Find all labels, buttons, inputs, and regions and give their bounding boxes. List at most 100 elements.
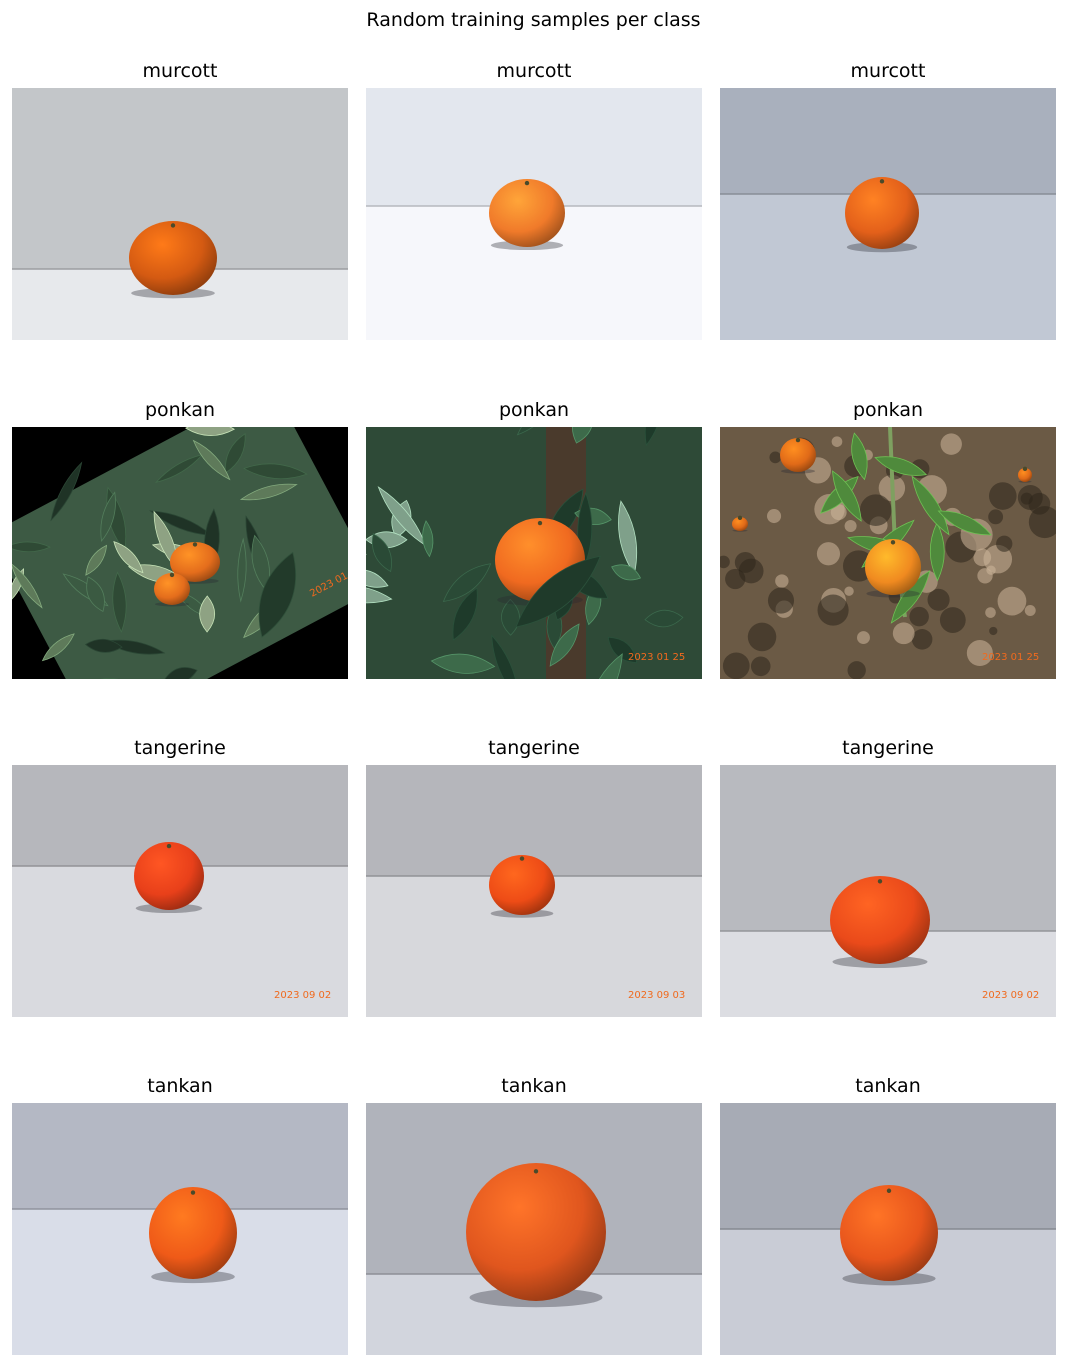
ground-patch (816, 542, 841, 566)
fruit-stem (737, 515, 743, 521)
fruit-stem (190, 1190, 196, 1195)
sample-cell-murcott: murcott (12, 59, 348, 340)
ground-patch (767, 587, 795, 614)
sample-image: 2023 09 02 (720, 765, 1056, 1017)
sample-image (366, 88, 702, 340)
ground-patch (847, 661, 866, 679)
sample-title: murcott (496, 60, 572, 82)
ground-patch (844, 520, 857, 533)
fruit-stem (877, 879, 883, 884)
ground-patch (892, 622, 915, 645)
orange-fruit (149, 1187, 237, 1279)
fruit-stem (169, 572, 175, 578)
sample-image (12, 88, 348, 340)
sample-image: 2023 01 25 (366, 427, 702, 679)
fruit-stem (524, 180, 530, 186)
orange-fruit (780, 438, 816, 472)
sample-title: murcott (142, 60, 218, 82)
ground-patch (775, 574, 789, 588)
sample-title: ponkan (852, 399, 924, 421)
orange-fruit (134, 842, 204, 910)
ground-patch (859, 494, 892, 526)
ground-patch (986, 565, 996, 575)
orange-fruit (466, 1163, 606, 1301)
orange-fruit (489, 179, 565, 247)
ground-patch (973, 548, 992, 567)
sample-cell-tankan: tankan (720, 1074, 1056, 1355)
ground-patch (985, 607, 996, 618)
sample-image: 2023 01 (12, 427, 348, 679)
ground-patch (750, 656, 771, 677)
date-stamp: 2023 01 25 (628, 652, 685, 663)
sample-cell-murcott: murcott (720, 59, 1056, 340)
ground-patch (766, 508, 782, 524)
fruit-stem (166, 843, 172, 849)
orange-fruit (840, 1185, 938, 1281)
ground-patch (1020, 492, 1033, 505)
ground-patch (909, 606, 929, 627)
date-stamp: 2023 09 02 (982, 990, 1039, 1001)
orange-fruit (830, 876, 930, 964)
ground-patch (996, 535, 1013, 552)
date-stamp: 2023 09 03 (628, 990, 685, 1001)
fruit-stem (879, 179, 885, 184)
orange-fruit (154, 573, 190, 605)
sample-cell-ponkan: ponkan 2023 01 25 (720, 398, 1056, 679)
ground-patch (844, 586, 854, 596)
ground-patch (1024, 604, 1036, 616)
sample-image: 2023 01 25 (720, 427, 1056, 679)
ground-patch (722, 652, 750, 679)
sample-image (720, 88, 1056, 340)
sample-title: tankan (855, 1075, 921, 1097)
sample-title: ponkan (144, 399, 216, 421)
sample-title: ponkan (498, 399, 570, 421)
ground-patch (927, 588, 950, 611)
sample-image (366, 1103, 702, 1355)
sample-cell-ponkan: ponkan 2023 01 (12, 398, 348, 679)
sample-cell-tankan: tankan (366, 1074, 702, 1355)
ground-patch (817, 594, 849, 626)
ground-patch (997, 586, 1027, 616)
sample-title: murcott (850, 60, 926, 82)
ground-patch (857, 631, 870, 645)
orange-fruit (129, 221, 217, 295)
sample-cell-tangerine: tangerine 2023 09 03 (366, 736, 702, 1017)
date-stamp: 2023 09 02 (274, 990, 331, 1001)
sample-cell-ponkan: ponkan 2023 01 25 (366, 398, 702, 679)
sample-image (12, 1103, 348, 1355)
fruit-stem (1022, 466, 1028, 472)
fruit-stem (537, 520, 543, 526)
sample-image: 2023 09 02 (12, 765, 348, 1017)
ground-patch (725, 568, 746, 590)
orange-fruit (845, 177, 919, 249)
sample-image: 2023 09 03 (366, 765, 702, 1017)
figure-title: Random training samples per class (366, 9, 701, 31)
fruit-stem (890, 540, 896, 545)
sample-cell-tangerine: tangerine 2023 09 02 (720, 736, 1056, 1017)
fruit-stem (170, 223, 176, 228)
orange-fruit (865, 539, 921, 595)
sample-title: tangerine (134, 737, 226, 759)
fruit-stem (192, 542, 198, 547)
ground-patch (747, 622, 777, 652)
ground-patch (769, 451, 782, 464)
sample-title: tangerine (842, 737, 934, 759)
ground-patch (988, 482, 1017, 510)
sample-title: tangerine (488, 737, 580, 759)
sample-title: tankan (147, 1075, 213, 1097)
sample-image (720, 1103, 1056, 1355)
ground-patch (940, 433, 962, 455)
sample-cell-murcott: murcott (366, 59, 702, 340)
fruit-stem (886, 1188, 892, 1193)
ground-patch (988, 509, 1004, 525)
sample-title: tankan (501, 1075, 567, 1097)
fruit-stem (533, 1169, 539, 1174)
ground-patch (911, 629, 933, 650)
orange-fruit (489, 855, 555, 915)
ground-patch (989, 626, 998, 636)
ground-patch (939, 607, 966, 633)
date-stamp: 2023 01 25 (982, 652, 1039, 663)
fruit-stem (795, 437, 801, 443)
fruit-stem (519, 856, 525, 861)
sample-cell-tankan: tankan (12, 1074, 348, 1355)
